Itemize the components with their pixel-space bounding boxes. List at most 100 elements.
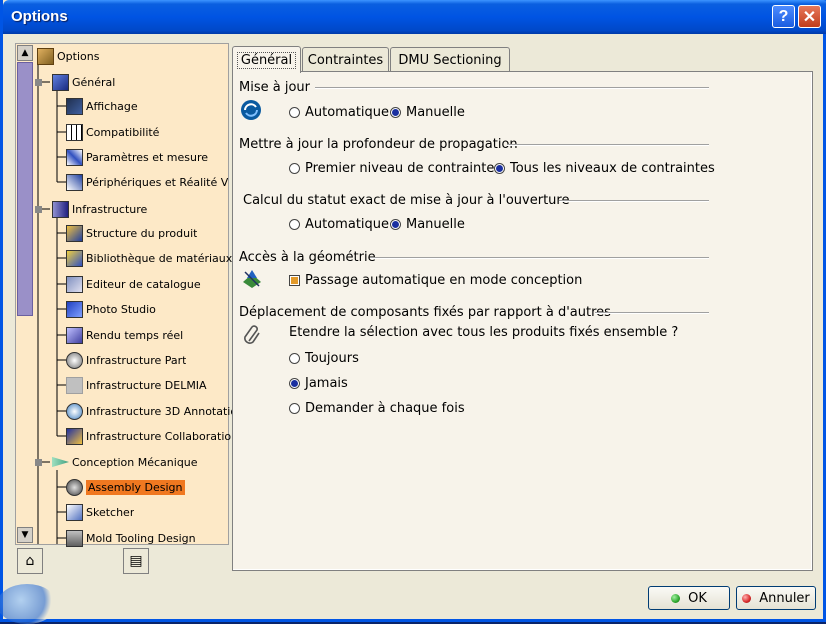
radio-label: Premier niveau de contraintes (305, 161, 502, 176)
tree-item-label: Infrastructure Collaboration (86, 429, 239, 443)
document-export-icon: ▤ (129, 553, 143, 569)
material-library-icon (66, 249, 83, 267)
ok-label: OK (688, 590, 707, 606)
tree-scrollbar[interactable]: ▲ ▼ (16, 44, 34, 544)
auto-design-mode-checkbox[interactable]: Passage automatique en mode conception (289, 273, 582, 288)
propagation-first-level-radio[interactable]: Premier niveau de contraintes (289, 161, 501, 176)
realtime-render-icon (66, 326, 83, 344)
update-manual-radio[interactable]: Manuelle (390, 105, 465, 120)
separator (370, 257, 709, 259)
tree-item-devices[interactable]: Périphériques et Réalité Virtuelle (66, 171, 228, 193)
radio-indicator (289, 403, 300, 414)
tree-item-assembly-design[interactable]: Assembly Design (66, 476, 185, 498)
tree-item-parameters[interactable]: Paramètres et mesure (66, 146, 208, 168)
tree-item-label: Bibliothèque de matériaux (86, 251, 233, 265)
photo-studio-icon (66, 300, 83, 318)
title-bar[interactable]: Options ? ✕ (3, 0, 826, 34)
annotation-3d-icon (66, 402, 83, 420)
radio-indicator (289, 163, 300, 174)
propagation-all-levels-radio[interactable]: Tous les niveaux de contraintes (494, 161, 715, 176)
catalog-editor-icon (66, 275, 83, 293)
part-infrastructure-icon (66, 351, 83, 369)
scroll-down-arrow-icon[interactable]: ▼ (17, 527, 33, 543)
tree-item-options[interactable]: Options (37, 45, 99, 67)
tab-label: Contraintes (307, 52, 384, 68)
tree-item-label: Assembly Design (86, 479, 185, 495)
home-tree-button[interactable]: ⌂ (17, 548, 43, 574)
tab-label: DMU Sectioning (398, 52, 502, 68)
tree-item-compatibility[interactable]: Compatibilité (66, 121, 159, 143)
globe-logo-icon (0, 584, 57, 624)
tab-general[interactable]: Général (232, 46, 301, 73)
update-automatic-radio[interactable]: Automatique (289, 105, 389, 120)
tree-item-label: Rendu temps réel (86, 328, 184, 342)
geometry-section-title: Accès à la géométrie (239, 250, 376, 265)
tree-item-mold-tooling[interactable]: Mold Tooling Design (66, 527, 196, 549)
radio-label: Toujours (305, 351, 359, 366)
tree-item-product-structure[interactable]: Structure du produit (66, 222, 197, 244)
options-tree: ▲ ▼ Options Général Affichage Compatibil… (15, 43, 244, 547)
scroll-thumb[interactable] (17, 62, 33, 316)
fixed-ask-radio[interactable]: Demander à chaque fois (289, 401, 465, 416)
geometry-access-icon (243, 270, 261, 288)
devices-icon (66, 173, 83, 191)
tree-item-label: Infrastructure Part (86, 353, 187, 367)
compatibility-icon (66, 123, 83, 141)
tree-item-sketcher[interactable]: Sketcher (66, 501, 134, 523)
fixed-components-question: Etendre la sélection avec tous les produ… (289, 325, 679, 340)
tab-label: Général (236, 51, 297, 69)
radio-label: Manuelle (406, 217, 465, 232)
checkbox-label: Passage automatique en mode conception (305, 273, 583, 288)
radio-label: Automatique (305, 217, 390, 232)
tree-item-collaboration[interactable]: Infrastructure Collaboration (66, 425, 238, 447)
tree-item-label: Conception Mécanique (72, 455, 198, 469)
product-structure-icon (66, 224, 83, 242)
general-icon (52, 73, 69, 91)
radio-indicator (289, 378, 300, 389)
radio-indicator (390, 107, 401, 118)
tree-item-material-library[interactable]: Bibliothèque de matériaux (66, 247, 232, 269)
propagation-section-title: Mettre à jour la profondeur de propagati… (239, 137, 518, 152)
tree-item-label: Affichage (86, 99, 138, 113)
radio-label: Jamais (305, 376, 348, 391)
mechanical-design-icon (52, 456, 69, 468)
scroll-up-arrow-icon[interactable]: ▲ (17, 45, 33, 61)
help-button[interactable]: ? (772, 5, 795, 28)
radio-indicator (289, 353, 300, 364)
fixed-always-radio[interactable]: Toujours (289, 351, 359, 366)
tree-item-realtime-render[interactable]: Rendu temps réel (66, 324, 183, 346)
export-tree-button[interactable]: ▤ (123, 548, 149, 574)
separator (507, 144, 709, 146)
tab-dmu-sectioning[interactable]: DMU Sectioning (390, 47, 510, 72)
fixed-components-section-title: Déplacement de composants fixés par rapp… (239, 305, 611, 320)
tree-item-label: Général (72, 75, 116, 89)
tree-item-catalog-editor[interactable]: Editeur de catalogue (66, 273, 201, 295)
options-root-icon (37, 47, 54, 65)
tree-item-label: Compatibilité (86, 125, 160, 139)
tree-item-label: Paramètres et mesure (86, 150, 209, 164)
tree-item-mechanical-design[interactable]: Conception Mécanique (52, 451, 198, 473)
tree-item-label: Options (57, 49, 100, 63)
tree-item-infrastructure[interactable]: Infrastructure (52, 198, 147, 220)
tree-item-photo-studio[interactable]: Photo Studio (66, 298, 156, 320)
ok-button[interactable]: OK (648, 586, 730, 610)
close-button[interactable]: ✕ (798, 5, 821, 28)
tree-item-general[interactable]: Général (52, 71, 115, 93)
status-manual-radio[interactable]: Manuelle (390, 217, 465, 232)
status-automatic-radio[interactable]: Automatique (289, 217, 389, 232)
radio-label: Demander à chaque fois (305, 401, 465, 416)
tree-item-label: Photo Studio (86, 302, 156, 316)
parameters-icon (66, 148, 83, 166)
tree-item-display[interactable]: Affichage (66, 95, 138, 117)
tree-item-part-infrastructure[interactable]: Infrastructure Part (66, 349, 186, 371)
radio-label: Automatique (305, 105, 390, 120)
tree-item-delmia[interactable]: Infrastructure DELMIA (66, 374, 207, 396)
update-icon (241, 100, 261, 120)
tree-item-3d-annotation[interactable]: Infrastructure 3D Annotation (66, 400, 244, 422)
tab-constraints[interactable]: Contraintes (302, 47, 389, 72)
mold-tooling-icon (66, 529, 83, 547)
options-dialog: Options ? ✕ ▲ ▼ Options Général Affichag… (0, 0, 826, 624)
cancel-button[interactable]: Annuler (736, 586, 816, 610)
window-title: Options (11, 8, 68, 25)
fixed-never-radio[interactable]: Jamais (289, 376, 348, 391)
